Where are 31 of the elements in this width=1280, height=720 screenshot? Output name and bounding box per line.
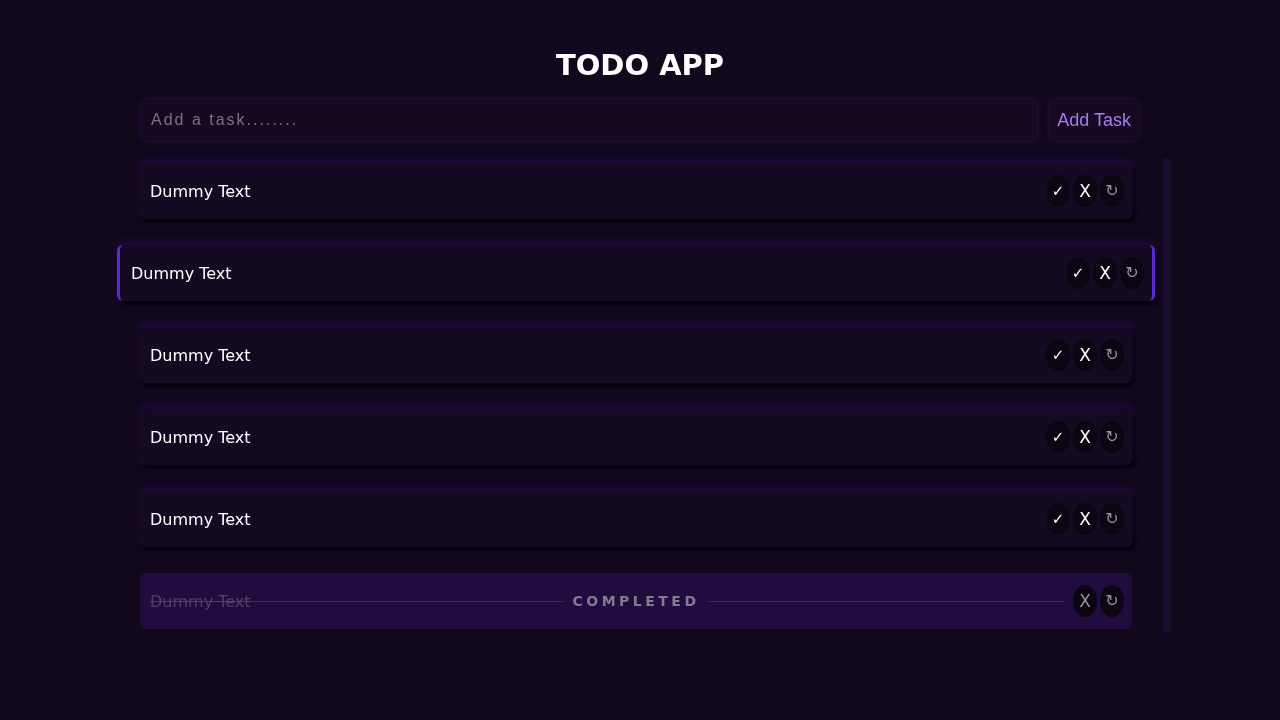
completed-label: COMPLETED [564, 593, 708, 609]
delete-button[interactable]: X [1073, 339, 1097, 371]
delete-button[interactable]: X [1073, 175, 1097, 207]
add-task-button[interactable]: Add Task [1048, 98, 1140, 142]
reset-button[interactable]: ↻ [1100, 421, 1124, 453]
reset-button[interactable]: ↻ [1100, 339, 1124, 371]
done-button[interactable]: ✓ [1046, 339, 1070, 371]
task-item[interactable]: Dummy Text ✓ X ↻ [117, 245, 1155, 301]
task-text: Dummy Text [131, 263, 232, 283]
task-item[interactable]: Dummy Text ✓ X ↻ [140, 327, 1132, 383]
reset-button[interactable]: ↻ [1120, 257, 1144, 289]
task-item[interactable]: Dummy Text ✓ X ↻ [140, 409, 1132, 465]
task-text: Dummy Text [150, 345, 251, 365]
reset-button[interactable]: ↻ [1100, 175, 1124, 207]
done-button[interactable]: ✓ [1046, 421, 1070, 453]
app-title: TODO APP [555, 47, 725, 84]
task-item[interactable]: Dummy Text ✓ X ↻ [140, 163, 1132, 219]
reset-button[interactable]: ↻ [1100, 585, 1124, 617]
delete-button[interactable]: X [1073, 421, 1097, 453]
task-text: Dummy Text [150, 509, 251, 529]
task-text: Dummy Text [150, 181, 251, 201]
done-button[interactable]: ✓ [1066, 257, 1090, 289]
delete-button[interactable]: X [1073, 503, 1097, 535]
reset-button[interactable]: ↻ [1100, 503, 1124, 535]
task-input-field[interactable]: Add a task........ [140, 98, 1039, 142]
task-item[interactable]: Dummy Text ✓ X ↻ [140, 491, 1132, 547]
done-button[interactable]: ✓ [1046, 503, 1070, 535]
delete-button[interactable]: X [1073, 585, 1097, 617]
done-button[interactable]: ✓ [1046, 175, 1070, 207]
task-text: Dummy Text [150, 427, 251, 447]
delete-button[interactable]: X [1093, 257, 1117, 289]
